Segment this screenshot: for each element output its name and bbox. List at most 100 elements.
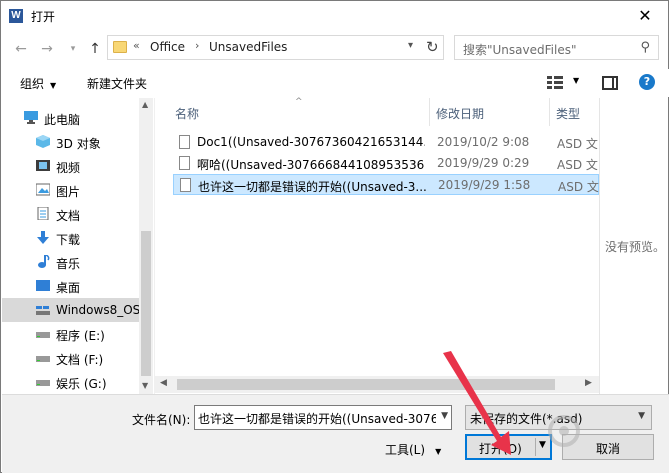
chevron-down-icon: ▼ <box>50 81 57 90</box>
split-divider <box>535 438 536 456</box>
nav-label: 文档 <box>56 209 81 223</box>
scroll-right-icon[interactable]: ▶ <box>585 378 592 388</box>
nav-label: Windows8_OS <box>56 303 141 317</box>
nav-label: 程序 (E:) <box>56 329 105 343</box>
preview-pane-icon[interactable] <box>602 76 618 90</box>
drive-icon <box>36 306 50 315</box>
command-bar: 组织 ▼ 新建文件夹 ▼ ? <box>2 69 669 97</box>
no-preview-text: 没有预览。 <box>605 240 666 254</box>
recent-locations-chevron-icon[interactable]: ▾ <box>63 39 83 59</box>
sort-ascending-icon: ^ <box>295 97 303 107</box>
drive-icon <box>36 332 50 338</box>
breadcrumb-unsavedfiles[interactable]: UnsavedFiles <box>209 40 287 54</box>
back-arrow-icon[interactable]: ← <box>11 39 31 59</box>
search-input[interactable]: 搜索"UnsavedFiles" <box>463 41 576 58</box>
new-folder-button[interactable]: 新建文件夹 <box>87 75 147 92</box>
tools-label: 工具(L) <box>385 443 426 457</box>
column-divider[interactable] <box>549 98 550 126</box>
file-icon <box>179 156 190 170</box>
file-icon <box>179 135 190 149</box>
title-bar: W 打开 ✕ <box>1 1 668 31</box>
search-box[interactable]: 搜索"UnsavedFiles" ⚲ <box>454 35 659 60</box>
annotation-arrow-icon <box>443 351 511 455</box>
computer-icon <box>24 111 38 124</box>
open-options-chevron-icon[interactable]: ▼ <box>539 440 546 450</box>
refresh-icon[interactable]: ↻ <box>426 38 439 56</box>
breadcrumb-separator: › <box>195 39 200 52</box>
navigation-pane: 此电脑 3D 对象 视频 图片 文档 下载 音乐 桌面 Windows8_OS … <box>2 98 153 394</box>
nav-item-music[interactable]: 音乐 <box>2 250 139 274</box>
nav-scrollbar[interactable]: ▲ ▼ <box>139 98 153 394</box>
desktop-icon <box>36 280 50 291</box>
nav-item-drive-e[interactable]: 程序 (E:) <box>2 322 139 346</box>
picture-icon <box>36 183 50 196</box>
filename-field[interactable]: 也许这一切都是错误的开始((Unsaved-3076 ▼ <box>194 405 452 430</box>
file-date: 2019/9/29 0:29 <box>437 156 530 170</box>
column-header-date[interactable]: 修改日期 <box>436 105 484 122</box>
nav-item-this-pc[interactable]: 此电脑 <box>2 106 139 130</box>
filename-label: 文件名(N): <box>132 413 191 427</box>
organize-label: 组织 <box>20 77 45 91</box>
scroll-left-icon[interactable]: ◀ <box>160 378 167 388</box>
nav-item-3d-objects[interactable]: 3D 对象 <box>2 130 139 154</box>
nav-label: 视频 <box>56 161 81 175</box>
file-date: 2019/9/29 1:58 <box>438 178 531 192</box>
music-icon <box>38 255 50 268</box>
open-dialog: W 打开 ✕ ← → ▾ ↑ « Office › UnsavedFiles ▾… <box>0 0 669 473</box>
scroll-down-icon[interactable]: ▼ <box>142 381 148 390</box>
nav-label: 文档 (F:) <box>56 353 104 367</box>
nav-item-drive-f[interactable]: 文档 (F:) <box>2 346 139 370</box>
file-name: 也许这一切都是错误的开始((Unsaved-3... <box>198 180 426 194</box>
nav-scroll-thumb[interactable] <box>141 231 151 376</box>
nav-label: 音乐 <box>56 257 81 271</box>
nav-item-windows8-os[interactable]: Windows8_OS <box>2 298 141 322</box>
forward-arrow-icon[interactable]: → <box>37 39 57 59</box>
nav-label: 此电脑 <box>44 113 81 127</box>
file-name: 啊哈((Unsaved-307666844108953536)... <box>197 158 425 172</box>
3d-objects-icon <box>36 135 50 148</box>
nav-item-desktop[interactable]: 桌面 <box>2 274 139 298</box>
column-header-type[interactable]: 类型 <box>556 105 580 122</box>
search-icon: ⚲ <box>640 40 650 55</box>
organize-menu[interactable]: 组织 ▼ <box>20 75 56 92</box>
file-row-selected[interactable]: 也许这一切都是错误的开始((Unsaved-3... 2019/9/29 1:5… <box>173 174 599 195</box>
nav-item-drive-g[interactable]: 娱乐 (G:) <box>2 370 139 394</box>
up-arrow-icon[interactable]: ↑ <box>85 39 105 59</box>
column-divider[interactable] <box>429 98 430 126</box>
column-header-name[interactable]: 名称 <box>175 105 199 122</box>
window-title: 打开 <box>31 10 56 24</box>
watermark-logo <box>546 401 666 461</box>
breadcrumb-overflow[interactable]: « <box>133 39 140 52</box>
nav-item-documents[interactable]: 文档 <box>2 202 139 226</box>
file-type: ASD 文 <box>557 137 598 151</box>
view-options-icon[interactable] <box>547 76 563 90</box>
filename-value[interactable]: 也许这一切都是错误的开始((Unsaved-3076 <box>198 410 436 427</box>
file-row[interactable]: 啊哈((Unsaved-307666844108953536)... 2019/… <box>173 153 599 174</box>
download-icon <box>37 231 49 244</box>
address-dropdown-icon[interactable]: ▾ <box>408 40 413 51</box>
file-type: ASD 文 <box>558 180 599 194</box>
nav-label: 娱乐 (G:) <box>56 377 107 391</box>
nav-label: 下载 <box>56 233 81 247</box>
document-icon <box>37 207 49 220</box>
file-list: ^ 名称 修改日期 类型 Doc1((Unsaved-3076736042165… <box>154 97 599 394</box>
view-dropdown-icon[interactable]: ▼ <box>573 76 579 85</box>
breadcrumb-office[interactable]: Office <box>150 40 185 54</box>
file-icon <box>180 178 191 192</box>
file-name: Doc1((Unsaved-30767360421653144... <box>197 135 425 149</box>
scroll-up-icon[interactable]: ▲ <box>142 100 148 109</box>
nav-item-video[interactable]: 视频 <box>2 154 139 178</box>
preview-pane: 没有预览。 <box>599 98 668 394</box>
file-row[interactable]: Doc1((Unsaved-30767360421653144... 2019/… <box>173 132 599 153</box>
nav-item-pictures[interactable]: 图片 <box>2 178 139 202</box>
folder-icon <box>113 41 127 53</box>
file-list-hscrollbar[interactable]: ◀ ▶ <box>155 376 599 393</box>
tools-menu[interactable]: 工具(L) ▼ <box>385 441 441 458</box>
help-icon[interactable]: ? <box>639 74 655 90</box>
nav-label: 桌面 <box>56 281 81 295</box>
nav-label: 图片 <box>56 185 81 199</box>
nav-label: 3D 对象 <box>56 137 101 151</box>
address-bar[interactable]: « Office › UnsavedFiles ▾ ↻ <box>107 35 444 60</box>
close-icon[interactable]: ✕ <box>622 1 668 31</box>
nav-item-downloads[interactable]: 下载 <box>2 226 139 250</box>
